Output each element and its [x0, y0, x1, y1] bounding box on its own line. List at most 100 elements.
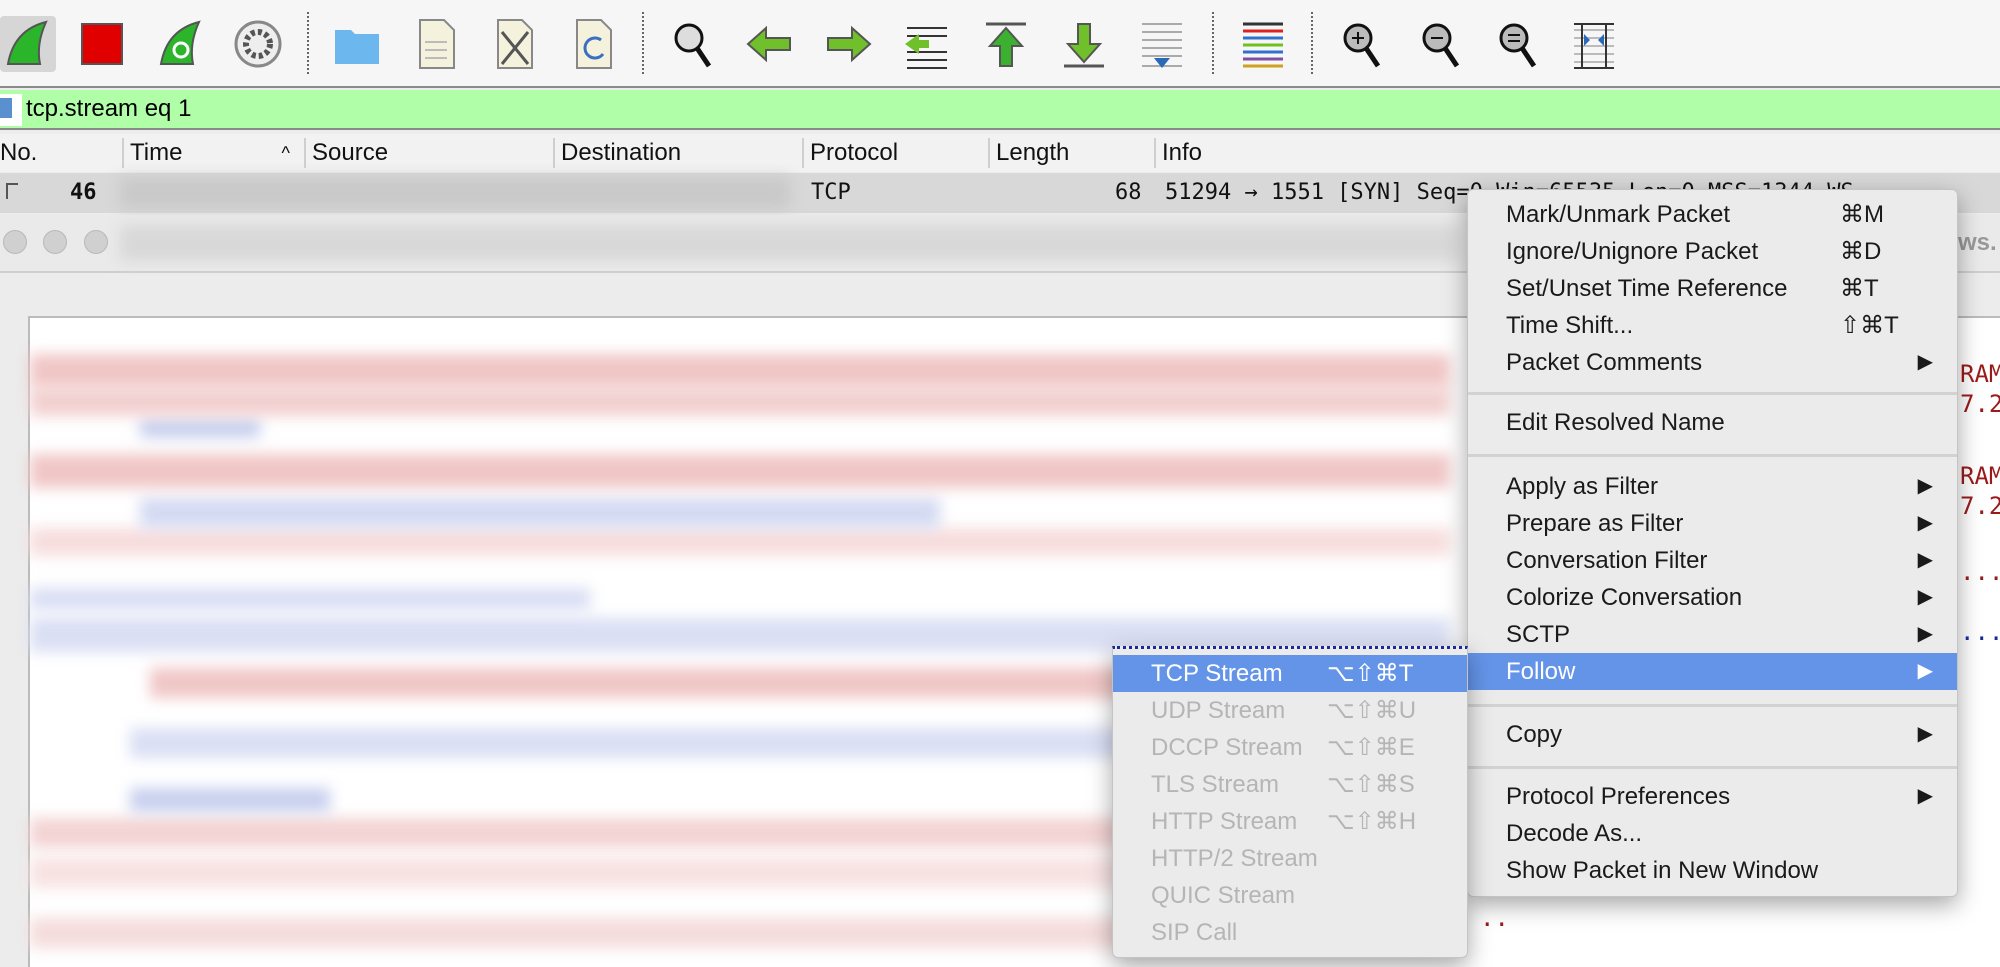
reload-file-icon[interactable] [565, 16, 621, 72]
menu-item-colorize-conversation[interactable]: Colorize Conversation ▶ [1468, 579, 1957, 616]
submenu-arrow-icon: ▶ [1917, 785, 1933, 807]
menu-item-show-packet-in-new-window[interactable]: Show Packet in New Window [1468, 852, 1957, 889]
shortcut-label: ⌥⇧⌘U [1327, 697, 1417, 724]
go-back-icon[interactable] [742, 16, 798, 72]
column-info[interactable]: Info [1154, 138, 1202, 168]
redacted-stream-text [30, 354, 1450, 388]
menu-item-follow[interactable]: Follow ▶ [1468, 653, 1957, 690]
last-packet-icon[interactable] [1056, 16, 1112, 72]
sort-ascending-icon: ^ [281, 143, 290, 163]
menu-item-http-stream[interactable]: HTTP Stream ⌥⇧⌘H [1113, 803, 1467, 840]
auto-scroll-icon[interactable] [1134, 16, 1190, 72]
shortcut-label: ⇧⌘T [1840, 312, 1899, 339]
conversation-bracket-icon [6, 183, 18, 199]
normal-size-icon[interactable] [1490, 16, 1546, 72]
menu-item-label: SCTP [1506, 621, 1571, 648]
menu-separator [1468, 392, 1957, 395]
menu-item-prepare-as-filter[interactable]: Prepare as Filter ▶ [1468, 505, 1957, 542]
menu-item-label: UDP Stream [1151, 697, 1286, 724]
colorize-icon[interactable] [1235, 16, 1291, 72]
column-no[interactable]: No. [0, 138, 37, 168]
menu-item-quic-stream[interactable]: QUIC Stream [1113, 877, 1467, 914]
main-toolbar [0, 0, 2000, 88]
display-filter-input[interactable] [26, 92, 1996, 126]
follow-submenu: TCP Stream ⌥⇧⌘T UDP Stream ⌥⇧⌘U DCCP Stream ⌥… [1112, 646, 1468, 958]
stop-capture-icon[interactable] [74, 16, 130, 72]
menu-item-set-unset-time-reference[interactable]: Set/Unset Time Reference ⌘T [1468, 270, 1957, 307]
menu-item-label: Colorize Conversation [1506, 584, 1743, 611]
content-fragment: 7.2 [1960, 390, 2000, 418]
menu-item-label: Set/Unset Time Reference [1506, 275, 1788, 302]
menu-item-sctp[interactable]: SCTP ▶ [1468, 616, 1957, 653]
menu-item-conversation-filter[interactable]: Conversation Filter ▶ [1468, 542, 1957, 579]
menu-item-ignore-unignore-packet[interactable]: Ignore/Unignore Packet ⌘D [1468, 233, 1957, 270]
capture-options-icon[interactable] [230, 16, 286, 72]
menu-item-label: DCCP Stream [1151, 734, 1303, 761]
menu-item-udp-stream[interactable]: UDP Stream ⌥⇧⌘U [1113, 692, 1467, 729]
column-time[interactable]: Time ^ [122, 138, 302, 168]
menu-item-mark-unmark-packet[interactable]: Mark/Unmark Packet ⌘M [1468, 196, 1957, 233]
close-file-icon[interactable] [486, 16, 542, 72]
column-length[interactable]: Length [988, 138, 1069, 168]
zoom-in-icon[interactable] [1334, 16, 1390, 72]
menu-item-label: Edit Resolved Name [1506, 409, 1725, 436]
column-source[interactable]: Source [304, 138, 388, 168]
menu-item-label: Copy [1506, 721, 1563, 748]
zoom-window-button[interactable] [84, 230, 108, 254]
menu-item-tcp-stream[interactable]: TCP Stream ⌥⇧⌘T [1113, 655, 1467, 692]
content-fragment: ... [1960, 618, 2000, 646]
shortcut-label: ⌥⇧⌘H [1327, 808, 1417, 835]
packet-no: 46 [70, 180, 97, 205]
menu-item-time-shift[interactable]: Time Shift... ⇧⌘T [1468, 307, 1957, 344]
menu-item-protocol-preferences[interactable]: Protocol Preferences ▶ [1468, 778, 1957, 815]
first-packet-icon[interactable] [978, 16, 1034, 72]
menu-item-label: Follow [1506, 658, 1576, 685]
submenu-arrow-icon: ▶ [1917, 660, 1933, 682]
toolbar-separator [1311, 12, 1313, 74]
menu-item-label: TLS Stream [1151, 771, 1280, 798]
column-protocol[interactable]: Protocol [802, 138, 898, 168]
column-destination[interactable]: Destination [553, 138, 681, 168]
packet-length: 68 [1115, 180, 1142, 205]
toolbar-separator [642, 12, 644, 74]
menu-item-label: Time Shift... [1506, 312, 1634, 339]
redacted-stream-text [140, 418, 260, 438]
packet-list-header: No. Time ^ Source Destination Protocol Le… [0, 134, 2000, 172]
redacted-stream-text [130, 788, 330, 812]
shortcut-label: ⌘M [1840, 201, 1884, 228]
resize-columns-icon[interactable] [1566, 16, 1622, 72]
start-capture-icon[interactable] [0, 16, 56, 72]
menu-item-dccp-stream[interactable]: DCCP Stream ⌥⇧⌘E [1113, 729, 1467, 766]
content-fragment: 7.2 [1960, 492, 2000, 520]
content-fragment: RAM [1960, 360, 2000, 388]
toolbar-separator [1212, 12, 1214, 74]
go-forward-icon[interactable] [820, 16, 876, 72]
menu-item-label: Mark/Unmark Packet [1506, 201, 1731, 228]
menu-item-apply-as-filter[interactable]: Apply as Filter ▶ [1468, 468, 1957, 505]
menu-item-label: Packet Comments [1506, 349, 1703, 376]
menu-separator [1468, 766, 1957, 769]
zoom-out-icon[interactable] [1413, 16, 1469, 72]
shortcut-label: ⌥⇧⌘S [1327, 771, 1415, 798]
minimize-window-button[interactable] [43, 230, 67, 254]
bookmark-icon[interactable] [0, 94, 22, 126]
menu-item-packet-comments[interactable]: Packet Comments ▶ [1468, 344, 1957, 381]
submenu-arrow-icon: ▶ [1917, 586, 1933, 608]
save-file-icon[interactable] [408, 16, 464, 72]
menu-item-http-2-stream[interactable]: HTTP/2 Stream [1113, 840, 1467, 877]
menu-item-label: Protocol Preferences [1506, 783, 1731, 810]
menu-item-decode-as[interactable]: Decode As... [1468, 815, 1957, 852]
menu-item-tls-stream[interactable]: TLS Stream ⌥⇧⌘S [1113, 766, 1467, 803]
open-file-icon[interactable] [329, 16, 385, 72]
close-window-button[interactable] [3, 230, 27, 254]
menu-item-edit-resolved-name[interactable]: Edit Resolved Name [1468, 404, 1957, 441]
go-to-packet-icon[interactable] [899, 16, 955, 72]
menu-item-sip-call[interactable]: SIP Call [1113, 914, 1467, 951]
menu-item-label: Show Packet in New Window [1506, 857, 1819, 884]
menu-item-copy[interactable]: Copy ▶ [1468, 716, 1957, 753]
redacted-stream-text [30, 388, 1450, 416]
find-packet-icon[interactable] [665, 16, 721, 72]
menu-item-label: Ignore/Unignore Packet [1506, 238, 1759, 265]
shortcut-label: ⌘T [1840, 275, 1879, 302]
restart-capture-icon[interactable] [153, 16, 209, 72]
